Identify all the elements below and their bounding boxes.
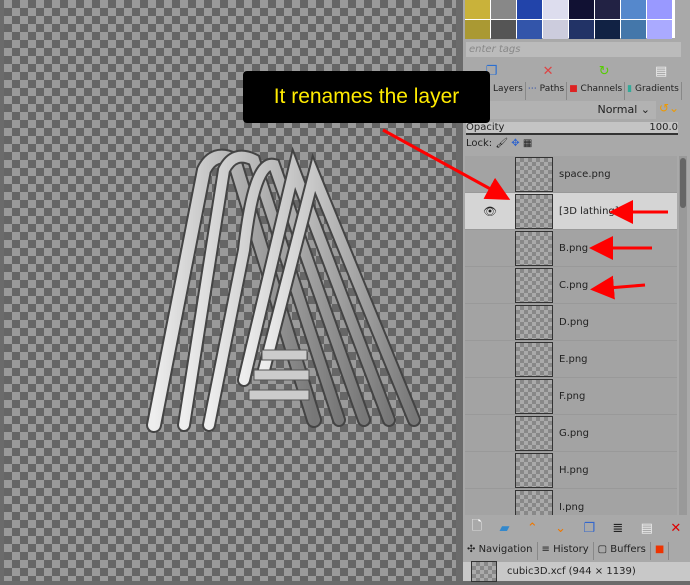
arrow-to-layer (382, 128, 511, 200)
annotation-arrows (382, 128, 668, 300)
arrow-c (590, 275, 646, 300)
